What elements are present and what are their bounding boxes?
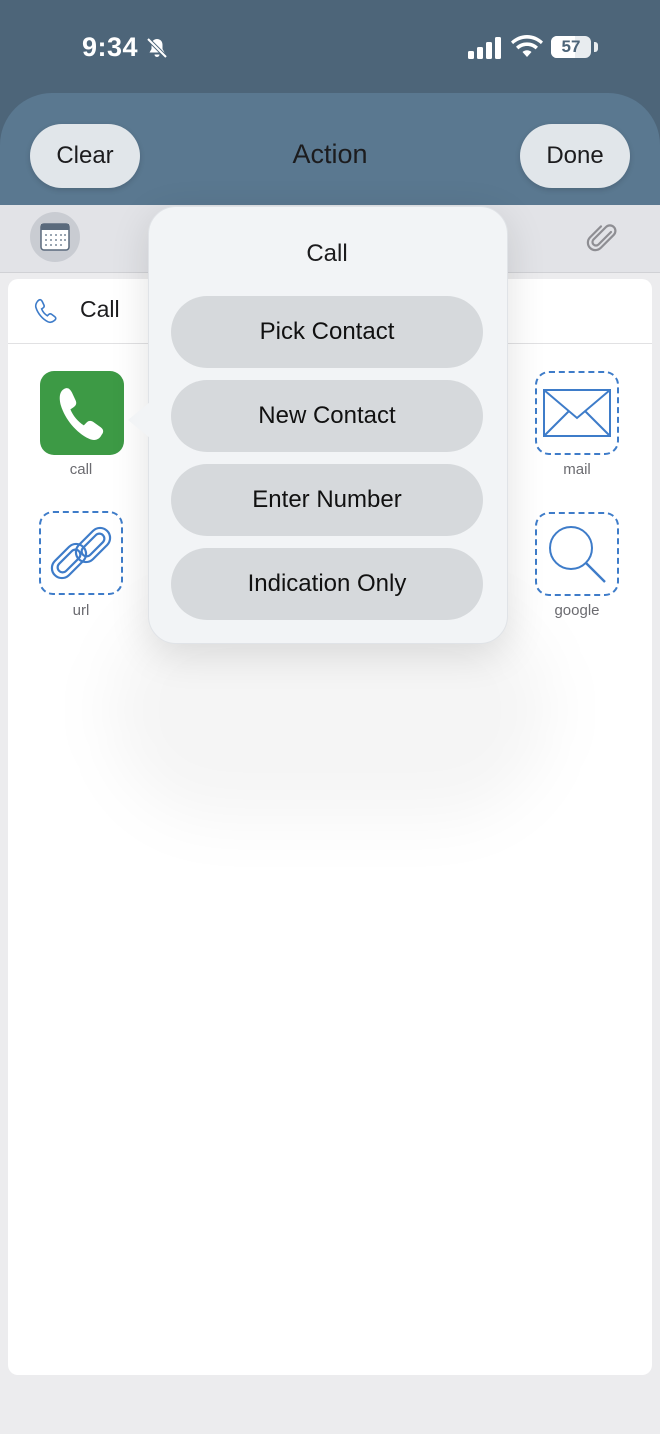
- call-tile-label: call: [69, 461, 93, 478]
- bell-muted-icon: [146, 37, 168, 59]
- url-action-tile[interactable]: [39, 511, 123, 595]
- url-tile-label: url: [72, 602, 90, 619]
- calendar-icon: [40, 223, 70, 251]
- phone-icon: [34, 298, 57, 324]
- status-bar: 9:34 57: [0, 0, 660, 96]
- mail-action-tile[interactable]: [535, 371, 619, 455]
- clear-button[interactable]: Clear: [30, 124, 140, 188]
- popover-arrow: [128, 402, 150, 438]
- new-contact-button[interactable]: New Contact: [171, 380, 483, 452]
- popover-title: Call: [306, 240, 348, 267]
- done-button[interactable]: Done: [520, 124, 630, 188]
- cellular-signal-icon: [468, 37, 501, 59]
- wifi-icon: [511, 35, 543, 57]
- calendar-button[interactable]: [30, 212, 80, 262]
- call-action-tile[interactable]: [40, 371, 124, 455]
- mail-tile-label: mail: [563, 461, 591, 478]
- attachment-button[interactable]: [584, 221, 620, 262]
- link-icon: [50, 526, 112, 580]
- phone-icon: [59, 388, 104, 440]
- magnifier-icon: [549, 526, 606, 583]
- page-title: Action: [292, 139, 368, 169]
- envelope-icon: [543, 389, 611, 437]
- battery-level: 57: [561, 37, 581, 56]
- google-action-tile[interactable]: [535, 512, 619, 596]
- paperclip-icon: [586, 224, 617, 252]
- pick-contact-button[interactable]: Pick Contact: [171, 296, 483, 368]
- battery-tip: [594, 42, 598, 52]
- indication-only-button[interactable]: Indication Only: [171, 548, 483, 620]
- google-tile-label: google: [554, 602, 600, 619]
- status-time: 9:34: [82, 32, 139, 62]
- selected-action-label: Call: [80, 296, 120, 322]
- enter-number-button[interactable]: Enter Number: [171, 464, 483, 536]
- battery-indicator: 57: [551, 36, 591, 58]
